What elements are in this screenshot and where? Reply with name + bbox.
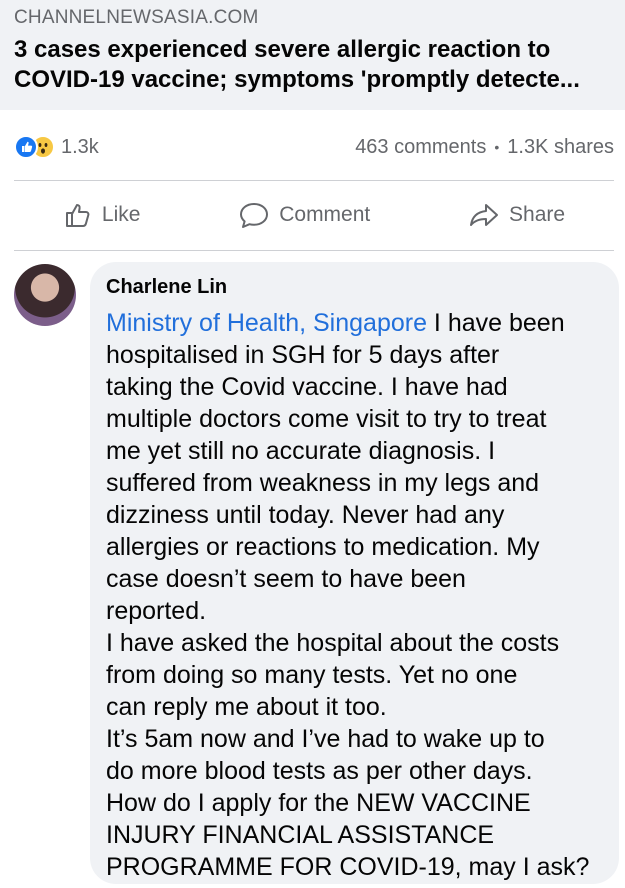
comment-line: How do I apply for the NEW VACCINE <box>106 789 531 817</box>
comment-line: PROGRAMME FOR COVID-19, may I ask? <box>106 853 590 881</box>
stats-separator: • <box>494 139 500 155</box>
comment-line: INJURY FINANCIAL ASSISTANCE <box>106 821 495 849</box>
comment-label: Comment <box>279 203 371 226</box>
comment-line: can reply me about it too. <box>106 693 387 721</box>
comment-author[interactable]: Charlene Lin <box>106 274 603 300</box>
comments-count[interactable]: 463 comments <box>355 136 486 159</box>
preview-title-line-2: COVID-19 vaccine; symptoms 'promptly det… <box>14 66 580 93</box>
comment-line: dizziness until today. Never had any <box>106 501 505 529</box>
preview-title-line-1: 3 cases experienced severe allergic reac… <box>14 36 551 63</box>
shares-count[interactable]: 1.3K shares <box>507 136 614 159</box>
comment-line-1-text: I have been <box>426 309 565 337</box>
comment-line: multiple doctors come visit to try to tr… <box>106 405 547 433</box>
comment-line: hospitalised in SGH for 5 days after <box>106 341 500 369</box>
speech-bubble-icon <box>238 200 270 230</box>
comment-line-1: Ministry of Health, Singapore I have bee… <box>106 307 611 339</box>
comment-button[interactable]: Comment <box>238 200 370 230</box>
share-button[interactable]: Share <box>468 200 565 230</box>
comment-line: reported. <box>106 597 207 625</box>
thumbs-up-icon <box>63 200 93 230</box>
divider-bottom <box>14 250 614 251</box>
divider-top <box>14 180 614 181</box>
preview-domain: CHANNELNEWSASIA.COM <box>14 7 259 28</box>
share-arrow-icon <box>468 200 500 230</box>
like-label: Like <box>101 203 141 226</box>
comment-line: allergies or reactions to medication. My <box>106 533 540 561</box>
share-label: Share <box>509 203 566 226</box>
mention-link[interactable]: Ministry of Health, Singapore <box>106 309 427 337</box>
preview-title[interactable]: 3 cases experienced severe allergic reac… <box>14 35 614 95</box>
comment-line: I have asked the hospital about the cost… <box>106 629 560 657</box>
comment-line: suffered from weakness in my legs and <box>106 469 540 497</box>
reactions-summary[interactable]: 1.3k <box>14 135 99 159</box>
reaction-count: 1.3k <box>61 135 99 158</box>
comment-line: case doesn’t seem to have been <box>106 565 466 593</box>
avatar[interactable] <box>14 264 76 326</box>
comment-line: taking the Covid vaccine. I have had <box>106 373 508 401</box>
comment-body: Ministry of Health, Singapore I have bee… <box>106 307 611 883</box>
link-preview-card[interactable]: CHANNELNEWSASIA.COM 3 cases experienced … <box>0 0 625 110</box>
post-action-bar: Like Comment Share <box>14 182 614 248</box>
comment-line: me yet still no accurate diagnosis. I <box>106 437 496 465</box>
comment-line: It’s 5am now and I’ve had to wake up to <box>106 725 545 753</box>
comment-line: do more blood tests as per other days. <box>106 757 533 785</box>
comment-line: from doing so many tests. Yet no one <box>106 661 518 689</box>
like-button[interactable]: Like <box>63 200 141 230</box>
engagement-stats: 1.3k 463 comments • 1.3K shares <box>14 130 614 164</box>
comment-bubble[interactable]: Charlene Lin Ministry of Health, Singapo… <box>90 262 619 884</box>
like-reaction-icon <box>14 135 38 159</box>
